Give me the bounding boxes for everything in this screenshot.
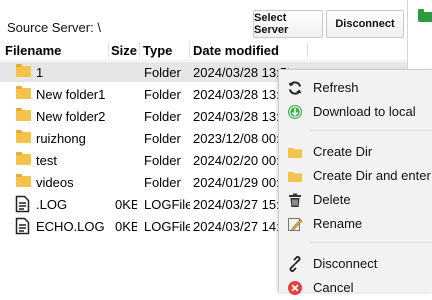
column-header-filename[interactable]: Filename (5, 43, 61, 58)
type-cell: Folder (144, 131, 181, 146)
menu-item-download[interactable]: Download to local (279, 100, 432, 124)
menu-item-create-dir-enter[interactable]: Create Dir and enter (279, 164, 432, 188)
size-cell: 0KB (115, 219, 137, 234)
type-cell: LOGFile (144, 219, 190, 234)
type-cell: Folder (144, 87, 181, 102)
date-cell: 2023/12/08 00:00:00 (193, 131, 289, 146)
unlink-icon (289, 256, 301, 272)
menu-item-label: Refresh (313, 80, 359, 95)
refresh-icon (288, 81, 302, 95)
folder-icon (16, 130, 31, 143)
menu-item-refresh[interactable]: Refresh (279, 76, 432, 100)
date-cell: 2024/01/29 00:00:00 (193, 175, 289, 190)
folder-icon[interactable] (418, 9, 432, 22)
type-cell: Folder (144, 153, 181, 168)
menu-item-label: Delete (313, 192, 351, 207)
date-cell: 2024/03/28 13:59:00 (193, 109, 289, 124)
column-divider[interactable] (307, 42, 308, 58)
context-menu: Refresh Download to local Create Dir Cre… (278, 69, 432, 295)
menu-item-label: Create Dir and enter (313, 168, 431, 183)
filename-cell: .LOG (36, 197, 68, 212)
column-divider[interactable] (189, 42, 190, 58)
disconnect-button[interactable]: Disconnect (326, 10, 404, 38)
folder-icon (16, 108, 31, 121)
date-cell: 2024/03/28 13:59:00 (193, 65, 289, 80)
column-header-date[interactable]: Date modified (193, 43, 279, 58)
menu-item-disconnect[interactable]: Disconnect (279, 252, 432, 276)
trash-icon (289, 193, 301, 207)
cancel-icon (288, 281, 302, 295)
folder-icon (16, 174, 31, 187)
menu-item-label: Rename (313, 216, 363, 231)
table-header: Filename Size Type Date modified (0, 40, 407, 61)
folder-icon (288, 172, 302, 182)
menu-item-rename[interactable]: Rename (279, 212, 432, 236)
type-cell: Folder (144, 175, 181, 190)
filename-cell: New folder2 (36, 109, 106, 124)
type-cell: LOGFile (144, 197, 190, 212)
column-divider[interactable] (139, 42, 140, 58)
column-header-size[interactable]: Size (111, 43, 137, 58)
menu-separator (309, 242, 432, 243)
date-cell: 2024/02/20 00:00:00 (193, 153, 289, 168)
menu-item-create-dir[interactable]: Create Dir (279, 140, 432, 164)
date-cell: 2024/03/27 14:35:00 (193, 219, 289, 234)
menu-item-label: Disconnect (313, 256, 378, 271)
type-cell: Folder (144, 109, 181, 124)
column-divider[interactable] (108, 42, 109, 58)
source-server-label: Source Server: \ (7, 20, 101, 35)
pencil-icon (288, 218, 303, 231)
type-cell: Folder (144, 65, 181, 80)
file-icon (15, 217, 30, 235)
size-cell: 0KB (115, 197, 137, 212)
menu-separator (309, 130, 432, 131)
menu-item-label: Download to local (313, 104, 416, 119)
folder-icon (288, 148, 302, 158)
menu-item-label: Cancel (313, 280, 354, 295)
menu-item-label: Create Dir (313, 144, 373, 159)
filename-cell: ruizhong (36, 131, 86, 146)
date-cell: 2024/03/27 15:49:00 (193, 197, 289, 212)
date-cell: 2024/03/28 13:59:00 (193, 87, 289, 102)
select-server-button[interactable]: Select Server (253, 10, 323, 38)
column-header-type[interactable]: Type (143, 43, 172, 58)
folder-icon (16, 152, 31, 165)
filename-cell: videos (36, 175, 74, 190)
folder-icon (16, 64, 31, 77)
filename-cell: 1 (36, 65, 44, 80)
filename-cell: test (36, 153, 57, 168)
menu-item-cancel[interactable]: Cancel (279, 276, 432, 300)
menu-item-delete[interactable]: Delete (279, 188, 432, 212)
folder-icon (16, 86, 31, 99)
download-icon (288, 105, 302, 119)
filename-cell: ECHO.LOG (36, 219, 105, 234)
file-icon (15, 195, 30, 213)
filename-cell: New folder1 (36, 87, 106, 102)
